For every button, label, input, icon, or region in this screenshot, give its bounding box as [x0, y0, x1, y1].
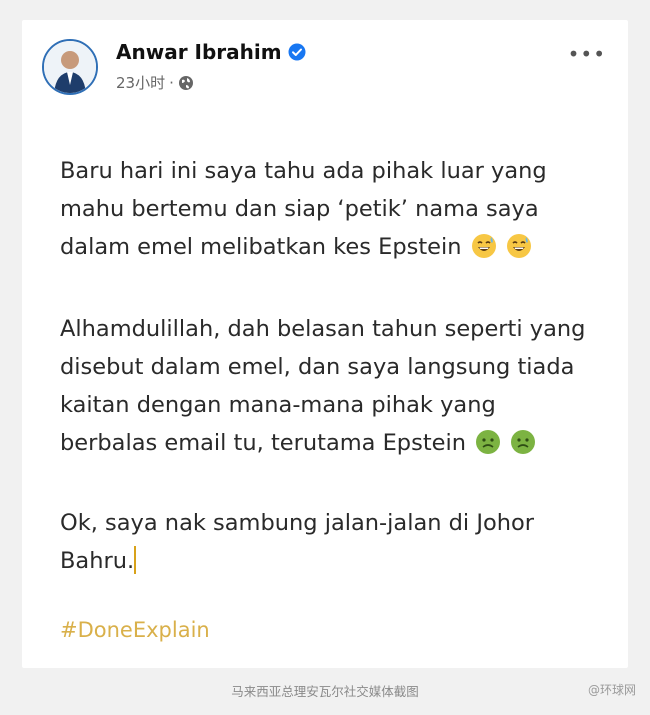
meta-separator: ·	[169, 73, 174, 92]
post-time[interactable]: 23小时	[116, 72, 165, 93]
verified-badge-icon	[288, 43, 306, 61]
facebook-post-card: Anwar Ibrahim 23小时 · ••• Baru hari ini s…	[22, 20, 628, 668]
watermark: @环球网	[587, 683, 636, 697]
globe-icon	[178, 75, 194, 91]
text-cursor	[134, 546, 137, 574]
image-caption: 马来西亚总理安瓦尔社交媒体截图	[231, 684, 419, 699]
post-paragraph-3-text: Ok, saya nak sambung jalan-jalan di Joho…	[60, 510, 535, 574]
author-name[interactable]: Anwar Ibrahim	[116, 40, 282, 64]
grinning-sweat-emoji	[506, 233, 532, 259]
author-avatar[interactable]	[42, 39, 98, 95]
nauseated-face-emoji	[475, 429, 501, 455]
post-paragraph-3: Ok, saya nak sambung jalan-jalan di Joho…	[60, 504, 600, 580]
post-paragraph-1: Baru hari ini saya tahu ada pihak luar y…	[60, 152, 600, 266]
post-meta: 23小时 ·	[116, 72, 194, 93]
grinning-sweat-emoji	[471, 233, 497, 259]
post-paragraph-2-text: Alhamdulillah, dah belasan tahun seperti…	[60, 316, 586, 456]
post-paragraph-2: Alhamdulillah, dah belasan tahun seperti…	[60, 310, 600, 462]
more-options-icon[interactable]: •••	[568, 44, 606, 64]
author-name-row: Anwar Ibrahim	[116, 40, 306, 64]
hashtag-link[interactable]: #DoneExplain	[60, 618, 210, 642]
nauseated-face-emoji	[510, 429, 536, 455]
